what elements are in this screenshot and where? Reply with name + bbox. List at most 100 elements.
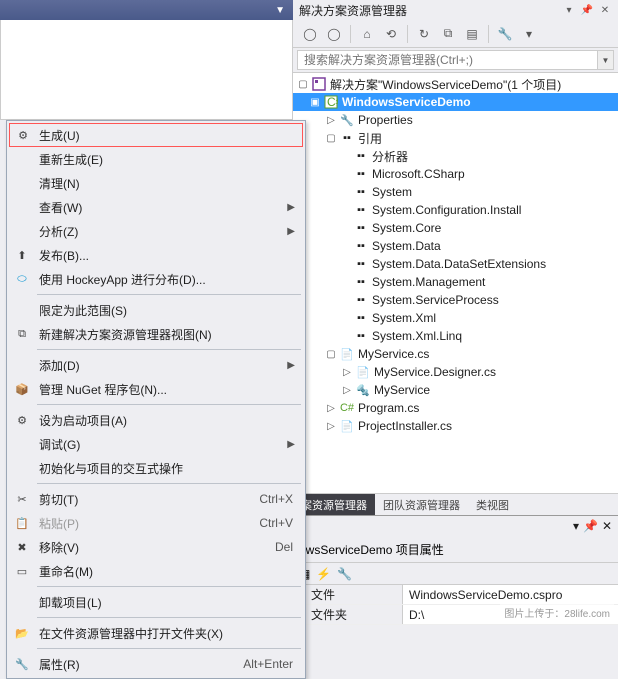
panel-menu-icon[interactable]: ▾ <box>573 519 579 533</box>
menu-remove[interactable]: ✖移除(V)Del <box>9 535 303 559</box>
reference-node[interactable]: ▪▪System.ServiceProcess <box>293 291 618 309</box>
refresh-icon[interactable]: ↻ <box>413 23 435 45</box>
file-node[interactable]: ▷ 📄 MyService.Designer.cs <box>293 363 618 381</box>
menu-scope[interactable]: 限定为此范围(S) <box>9 298 303 322</box>
reference-node[interactable]: ▪▪System.Core <box>293 219 618 237</box>
cut-icon: ✂ <box>14 491 30 507</box>
node-label: System.Xml.Linq <box>372 329 462 343</box>
reference-node[interactable]: ▪▪System.Xml <box>293 309 618 327</box>
panel-menu-icon[interactable]: ▾ <box>562 3 576 17</box>
class-icon: 🔩 <box>355 382 371 398</box>
shortcut-label: Del <box>275 540 293 554</box>
menu-nuget[interactable]: 📦管理 NuGet 程序包(N)... <box>9 377 303 401</box>
reference-node[interactable]: ▪▪System.Configuration.Install <box>293 201 618 219</box>
solution-icon <box>311 76 327 92</box>
node-label: MyService.cs <box>358 347 429 361</box>
menu-startup[interactable]: ⚙设为启动项目(A) <box>9 408 303 432</box>
expander-icon[interactable]: ▢ <box>325 132 337 144</box>
menu-separator <box>37 648 301 649</box>
reference-icon: ▪▪ <box>353 328 369 344</box>
paste-icon: 📋 <box>14 515 30 531</box>
menu-new-view[interactable]: ⧉新建解决方案资源管理器视图(N) <box>9 322 303 346</box>
editor-titlebar: ▼ <box>0 0 293 20</box>
rename-icon: ▭ <box>14 563 30 579</box>
search-input[interactable] <box>297 50 598 70</box>
reference-node[interactable]: ▪▪System.Management <box>293 273 618 291</box>
home-icon[interactable]: ⌂ <box>356 23 378 45</box>
file-node[interactable]: ▷ 📄 ProjectInstaller.cs <box>293 417 618 435</box>
menu-label: 初始化与项目的交互式操作 <box>39 460 183 477</box>
menu-hockeyapp[interactable]: ⬭使用 HockeyApp 进行分布(D)... <box>9 267 303 291</box>
menu-publish[interactable]: ⬆发布(B)... <box>9 243 303 267</box>
cs-file-icon: 📄 <box>339 346 355 362</box>
node-label: System.Management <box>372 275 485 289</box>
reference-node[interactable]: ▪▪分析器 <box>293 147 618 165</box>
project-node[interactable]: ▣ C# WindowsServiceDemo <box>293 93 618 111</box>
forward-icon[interactable]: ◯ <box>323 23 345 45</box>
property-row[interactable]: 文件 WindowsServiceDemo.cspro <box>293 585 618 605</box>
solution-explorer-panel: 解决方案资源管理器 ▾ 📌 ✕ ◯ ◯ ⌂ ⟲ ↻ ⧉ ▤ 🔧 ▾ ▼ ▢ 解决… <box>293 0 618 625</box>
menu-view[interactable]: 查看(W)▶ <box>9 195 303 219</box>
tab-team-explorer[interactable]: 团队资源管理器 <box>375 494 468 515</box>
reference-node[interactable]: ▪▪System.Data.DataSetExtensions <box>293 255 618 273</box>
properties-node[interactable]: ▷ 🔧 Properties <box>293 111 618 129</box>
wrench-icon[interactable]: 🔧 <box>337 567 352 581</box>
solution-node[interactable]: ▢ 解决方案"WindowsServiceDemo"(1 个项目) <box>293 75 618 93</box>
pin-icon[interactable]: 📌 <box>580 3 594 17</box>
menu-add[interactable]: 添加(D)▶ <box>9 353 303 377</box>
solution-tree[interactable]: ▢ 解决方案"WindowsServiceDemo"(1 个项目) ▣ C# W… <box>293 72 618 493</box>
submenu-arrow-icon: ▶ <box>287 202 295 213</box>
expander-icon[interactable]: ▷ <box>325 402 337 414</box>
reference-node[interactable]: ▪▪System <box>293 183 618 201</box>
pin-icon[interactable]: 📌 <box>583 519 598 533</box>
references-icon: ▪▪ <box>339 130 355 146</box>
menu-interactive[interactable]: 初始化与项目的交互式操作 <box>9 456 303 480</box>
tab-class-view[interactable]: 类视图 <box>468 494 517 515</box>
shortcut-label: Ctrl+V <box>259 516 293 530</box>
file-node[interactable]: ▢ 📄 MyService.cs <box>293 345 618 363</box>
editor-canvas <box>0 20 293 120</box>
menu-analyze[interactable]: 分析(Z)▶ <box>9 219 303 243</box>
menu-clean[interactable]: 清理(N) <box>9 171 303 195</box>
menu-rebuild[interactable]: 重新生成(E) <box>9 147 303 171</box>
menu-label: 粘贴(P) <box>39 515 79 532</box>
menu-paste[interactable]: 📋 粘贴(P) Ctrl+V <box>9 511 303 535</box>
preview-icon[interactable]: ▾ <box>518 23 540 45</box>
references-node[interactable]: ▢ ▪▪ 引用 <box>293 129 618 147</box>
menu-rename[interactable]: ▭重命名(M) <box>9 559 303 583</box>
expander-icon[interactable]: ▣ <box>309 96 321 108</box>
menu-cut[interactable]: ✂剪切(T)Ctrl+X <box>9 487 303 511</box>
solution-label: 解决方案"WindowsServiceDemo"(1 个项目) <box>330 76 561 93</box>
menu-label: 管理 NuGet 程序包(N)... <box>39 381 167 398</box>
back-icon[interactable]: ◯ <box>299 23 321 45</box>
expander-icon[interactable]: ▷ <box>325 114 337 126</box>
node-label: Program.cs <box>358 401 419 415</box>
reference-node[interactable]: ▪▪System.Xml.Linq <box>293 327 618 345</box>
sync-icon[interactable]: ⟲ <box>380 23 402 45</box>
search-dropdown-icon[interactable]: ▼ <box>598 50 614 70</box>
file-node[interactable]: ▷ C# Program.cs <box>293 399 618 417</box>
close-icon[interactable]: ✕ <box>598 3 612 17</box>
menu-build[interactable]: ⚙生成(U) <box>9 123 303 147</box>
dropdown-icon[interactable]: ▼ <box>275 5 285 16</box>
reference-node[interactable]: ▪▪System.Data <box>293 237 618 255</box>
menu-unload[interactable]: 卸载项目(L) <box>9 590 303 614</box>
expander-icon[interactable]: ▷ <box>325 420 337 432</box>
reference-icon: ▪▪ <box>353 202 369 218</box>
menu-label: 分析(Z) <box>39 223 78 240</box>
expander-icon[interactable]: ▢ <box>297 78 309 90</box>
node-label: 分析器 <box>372 148 408 165</box>
menu-debug[interactable]: 调试(G)▶ <box>9 432 303 456</box>
expander-icon[interactable]: ▢ <box>325 348 337 360</box>
expander-icon[interactable]: ▷ <box>341 384 353 396</box>
component-node[interactable]: ▷ 🔩 MyService <box>293 381 618 399</box>
node-label: 引用 <box>358 130 382 147</box>
alpha-icon[interactable]: ⚡ <box>316 567 331 581</box>
menu-properties[interactable]: 🔧属性(R)Alt+Enter <box>9 652 303 676</box>
expander-icon[interactable]: ▷ <box>341 366 353 378</box>
collapse-icon[interactable]: ⧉ <box>437 23 459 45</box>
properties-icon[interactable]: 🔧 <box>494 23 516 45</box>
show-all-icon[interactable]: ▤ <box>461 23 483 45</box>
close-icon[interactable]: ✕ <box>602 519 612 533</box>
reference-node[interactable]: ▪▪Microsoft.CSharp <box>293 165 618 183</box>
